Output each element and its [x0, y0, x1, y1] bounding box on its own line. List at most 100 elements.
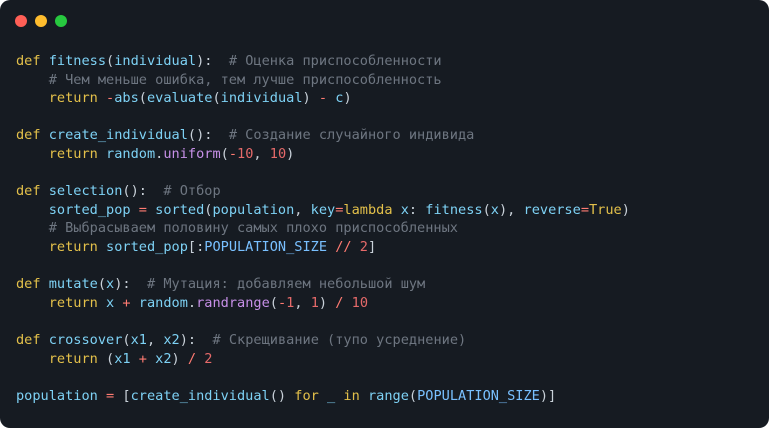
code-token: fitness	[425, 201, 483, 218]
code-line: def mutate(x): # Мутация: добавляем небо…	[16, 275, 630, 294]
code-line: return sorted_pop[:POPULATION_SIZE // 2]	[16, 238, 630, 257]
code-window: def fitness(individual): # Оценка приспо…	[0, 0, 769, 428]
code-line: return -abs(evaluate(individual) - c)	[16, 89, 630, 108]
code-token: uniform	[163, 145, 221, 162]
code-token: in	[343, 387, 368, 404]
code-token: [	[114, 387, 131, 404]
code-token: ,	[294, 201, 311, 218]
code-token: def	[16, 276, 49, 293]
code-token: # Оценка приспособленности	[228, 53, 442, 69]
code-token: ():	[187, 127, 229, 144]
code-token: ):	[114, 276, 147, 293]
code-token: x	[106, 294, 115, 311]
code-token: ():	[122, 183, 164, 200]
code-line: # Выбрасываем половину самых плохо присп…	[16, 219, 630, 238]
code-line: def selection(): # Отбор	[16, 182, 630, 201]
close-button[interactable]	[15, 15, 27, 27]
code-token: ,	[253, 145, 270, 162]
code-token: )	[286, 145, 295, 162]
code-token: return	[48, 294, 107, 311]
minimize-button[interactable]	[35, 15, 47, 27]
code-token: 10	[237, 145, 254, 162]
code-token: 2	[204, 350, 213, 367]
code-token: 10	[269, 145, 287, 162]
code-token: )	[621, 201, 630, 218]
code-token: randrange	[196, 294, 270, 311]
code-token: (	[408, 387, 418, 404]
code-token: x2	[155, 350, 172, 367]
code-token: # Скрещивание (тупо усреднение)	[212, 331, 467, 348]
code-token: POPULATION_SIZE	[417, 387, 540, 404]
code-token: +	[138, 350, 147, 367]
code-token: //	[335, 238, 352, 255]
code-token: population	[212, 201, 295, 218]
code-token: (	[482, 201, 491, 218]
code-token: (	[122, 331, 131, 348]
code-token: key	[310, 201, 336, 218]
code-token: lambda	[343, 201, 401, 218]
code-token: )	[343, 90, 352, 107]
code-token: def	[16, 331, 49, 348]
code-token: x	[106, 276, 115, 293]
code-token: [:	[187, 238, 205, 255]
maximize-button[interactable]	[55, 15, 67, 27]
code-token: ,	[294, 294, 311, 311]
code-token: individual	[220, 90, 303, 107]
code-token: True	[589, 201, 622, 218]
code-token: sorted	[155, 201, 205, 218]
code-token: .	[187, 294, 197, 311]
code-token: range	[367, 387, 409, 404]
code-token: for	[294, 387, 328, 404]
code-line: def crossover(x1, x2): # Скрещивание (ту…	[16, 331, 630, 350]
code-token: -	[106, 90, 115, 107]
code-token: x1	[114, 350, 131, 367]
code-token: create_individual	[130, 387, 270, 404]
code-token: :	[408, 201, 426, 218]
code-token: return	[48, 238, 107, 255]
code-token: +	[122, 294, 131, 311]
code-token: x1	[130, 331, 147, 348]
code-block: def fitness(individual): # Оценка приспо…	[16, 52, 630, 405]
code-token: # Мутация: добавляем небольшой шум	[146, 276, 426, 293]
code-token: x	[400, 201, 409, 218]
code-line: def create_individual(): # Создание случ…	[16, 126, 630, 145]
code-token: ):	[196, 53, 229, 69]
code-line: # Чем меньше ошибка, тем лучше приспособ…	[16, 71, 630, 90]
code-token: (	[138, 90, 147, 107]
code-token: ),	[498, 201, 524, 218]
code-token: selection	[48, 183, 123, 200]
code-line: def fitness(individual): # Оценка приспо…	[16, 52, 630, 71]
code-token: mutate	[48, 276, 98, 293]
code-token: abs	[114, 90, 139, 107]
code-token: )	[318, 294, 336, 311]
code-token: (	[97, 276, 107, 293]
code-token: 1	[310, 294, 319, 311]
code-token: # Создание случайного индивида	[228, 127, 475, 144]
code-token: return	[48, 350, 107, 367]
code-token: x	[490, 201, 499, 218]
code-token: (	[269, 294, 278, 311]
code-token: def	[16, 183, 49, 200]
code-token: -	[228, 145, 238, 162]
code-token: ):	[179, 331, 213, 348]
code-token: ()	[269, 387, 295, 404]
code-line: return x + random.randrange(-1, 1) / 10	[16, 294, 630, 313]
code-token: )	[171, 350, 188, 367]
code-token: sorted_pop	[48, 201, 131, 218]
code-token: evaluate	[146, 90, 213, 107]
code-token: population	[16, 387, 98, 404]
